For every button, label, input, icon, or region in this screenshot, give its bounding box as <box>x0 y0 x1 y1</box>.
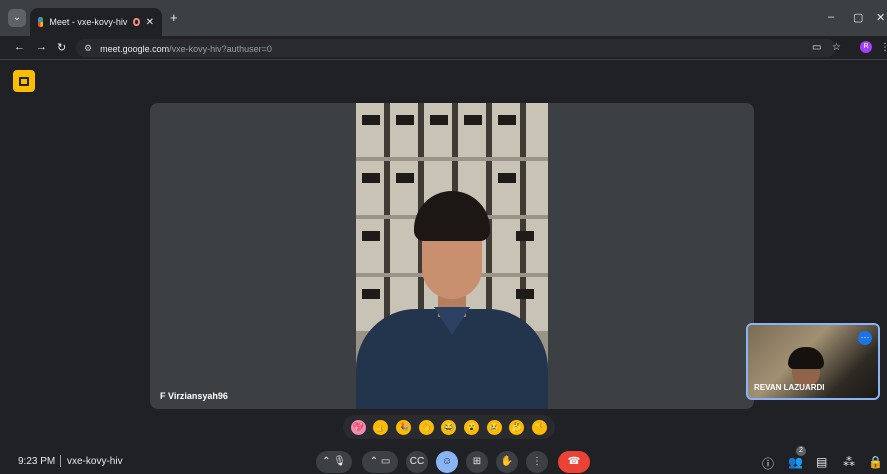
address-bar[interactable]: ⚙ meet.google.com/vxe-kovy-hiv?authuser=… <box>76 39 836 57</box>
reactions-bar: 💖 👍 🎉 👏 😂 😮 😢 🤔 👎 <box>343 415 555 439</box>
maximize-icon[interactable]: ▢ <box>853 11 863 24</box>
meeting-time: 9:23 PM <box>18 456 56 467</box>
meeting-details-icon[interactable]: ⓘ <box>762 455 774 472</box>
reload-icon[interactable]: ↻ <box>57 41 66 54</box>
participant-video <box>356 103 548 409</box>
present-button[interactable]: ⊞ <box>466 451 488 473</box>
captions-button[interactable]: CC <box>406 451 428 473</box>
tab-search-icon[interactable]: ⌄ <box>8 9 26 27</box>
menu-icon[interactable]: ⋮ <box>880 42 887 53</box>
url-path: /vxe-kovy-hiv?authuser=0 <box>169 44 272 54</box>
microphone-button[interactable]: ⌃ 🎙 <box>316 451 352 473</box>
more-options-button[interactable]: ⋮ <box>526 451 548 473</box>
url-text: meet.google.com/vxe-kovy-hiv?authuser=0 <box>100 39 272 57</box>
close-window-icon[interactable]: ✕ <box>876 11 885 24</box>
recording-indicator-icon <box>133 18 140 26</box>
tab-title: Meet - vxe-kovy-hiv <box>49 17 128 27</box>
self-view-tile[interactable]: ⋯ REVAN LAZUARDI <box>746 323 880 400</box>
divider <box>60 455 61 467</box>
self-name-label: REVAN LAZUARDI <box>754 383 825 392</box>
forward-icon[interactable]: → <box>36 41 47 53</box>
meeting-info-chip[interactable] <box>13 70 35 92</box>
reaction-thumbs-down[interactable]: 👎 <box>532 419 548 435</box>
main-participant-tile[interactable]: F Virziansyah96 <box>150 103 754 409</box>
more-options-icon[interactable]: ⋯ <box>858 331 872 345</box>
reaction-sparkling-heart[interactable]: 💖 <box>350 419 366 435</box>
raise-hand-button[interactable]: ✋ <box>496 451 518 473</box>
browser-tab-strip: ⌄ Meet - vxe-kovy-hiv ✕ + – ▢ ✕ <box>0 0 887 36</box>
tab-close-icon[interactable]: ✕ <box>146 17 154 28</box>
activities-icon[interactable]: ⁂ <box>843 455 855 469</box>
participant-name-label: F Virziansyah96 <box>160 391 228 401</box>
back-icon[interactable]: ← <box>14 41 25 53</box>
reaction-surprised-face[interactable]: 😮 <box>464 419 480 435</box>
meet-favicon-icon <box>38 17 44 27</box>
reactions-button[interactable]: ☺ <box>436 451 458 473</box>
profile-avatar[interactable]: R <box>860 41 872 53</box>
reaction-tears-of-joy[interactable]: 😂 <box>441 419 457 435</box>
url-host: meet.google.com <box>100 44 170 54</box>
meeting-code: vxe-kovy-hiv <box>67 456 123 467</box>
cast-icon[interactable]: ▭ <box>812 42 821 53</box>
browser-tab[interactable]: Meet - vxe-kovy-hiv ✕ <box>30 8 162 36</box>
site-info-icon[interactable]: ⚙ <box>84 43 92 54</box>
minimize-icon[interactable]: – <box>828 11 834 23</box>
reaction-thumbs-up[interactable]: 👍 <box>373 419 389 435</box>
leave-call-button[interactable]: ☎ <box>558 451 590 473</box>
chat-icon[interactable]: ▤ <box>816 455 827 469</box>
camera-button[interactable]: ⌃ ▭ <box>362 451 398 473</box>
host-controls-icon[interactable]: 🔒 <box>868 455 883 469</box>
browser-toolbar: ← → ↻ ⚙ meet.google.com/vxe-kovy-hiv?aut… <box>0 36 887 60</box>
reaction-thinking-face[interactable]: 🤔 <box>509 419 525 435</box>
bookmark-star-icon[interactable]: ☆ <box>832 42 841 53</box>
reaction-party-popper[interactable]: 🎉 <box>396 419 412 435</box>
reaction-crying-face[interactable]: 😢 <box>486 419 502 435</box>
reaction-clapping-hands[interactable]: 👏 <box>418 419 434 435</box>
people-icon[interactable]: 👥 <box>788 455 803 469</box>
new-tab-icon[interactable]: + <box>170 11 178 24</box>
no-screen-share-icon <box>19 76 29 86</box>
